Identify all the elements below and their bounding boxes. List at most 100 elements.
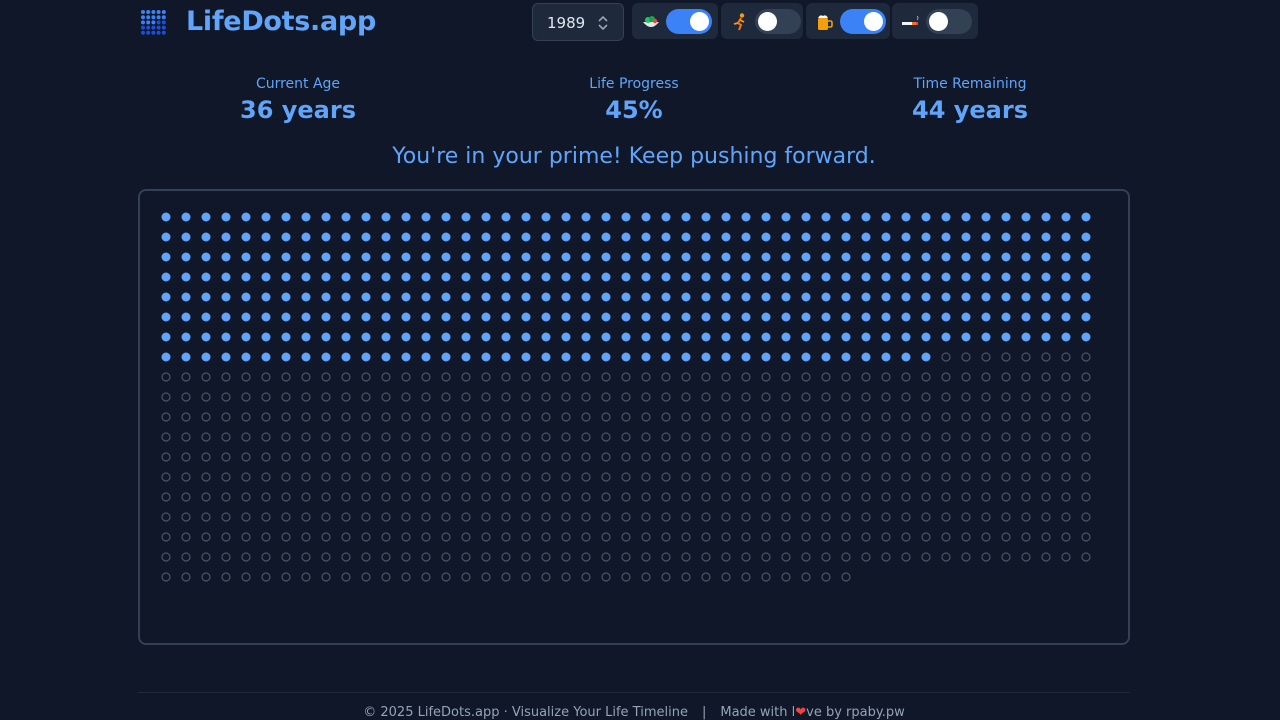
dot-remaining [441,572,451,582]
dot-remaining [701,392,711,402]
dot-remaining [301,552,311,562]
dot-remaining [881,512,891,522]
dot-lived [441,272,451,282]
dot-remaining [921,372,931,382]
alcohol-switch[interactable] [840,9,886,34]
dot-remaining [901,372,911,382]
dot-remaining [461,392,471,402]
dot-lived [321,252,331,262]
logo-dot [156,20,161,25]
dot-remaining [781,532,791,542]
footer-made-with-suffix[interactable]: ve by rpaby.pw [806,705,905,720]
dot-remaining [461,432,471,442]
dot-remaining [381,512,391,522]
dot-remaining [1081,552,1091,562]
dot-lived [201,252,211,262]
dot-remaining [941,552,951,562]
toggle-alcohol[interactable] [806,3,890,39]
dot-remaining [581,432,591,442]
dot-remaining [461,452,471,462]
dot-remaining [961,412,971,422]
dot-lived [901,272,911,282]
dot-remaining [1021,372,1031,382]
dot-remaining [401,512,411,522]
dot-lived [701,312,711,322]
dot-remaining [1001,532,1011,542]
dot-remaining [641,392,651,402]
dot-remaining [581,492,591,502]
dot-remaining [1041,352,1051,362]
dot-lived [201,232,211,242]
dot-lived [761,212,771,222]
dot-remaining [821,512,831,522]
dot-remaining [161,492,171,502]
dot-lived [381,332,391,342]
dot-lived [781,292,791,302]
dot-remaining [541,532,551,542]
dot-remaining [841,492,851,502]
dot-lived [1021,272,1031,282]
birth-year-input[interactable]: 1989 [532,3,624,41]
dot-remaining [301,452,311,462]
toggle-smoking[interactable] [892,3,978,39]
logo-dot [146,20,151,25]
dot-lived [421,352,431,362]
dot-remaining [1081,432,1091,442]
exercise-switch[interactable] [755,9,801,34]
dot-lived [681,212,691,222]
dot-remaining [361,572,371,582]
brand-title[interactable]: LifeDots.app [186,6,376,37]
dot-lived [801,352,811,362]
dot-lived [461,232,471,242]
dot-lived [641,352,651,362]
dot-remaining [981,432,991,442]
logo-dot [156,10,161,14]
dot-remaining [1081,372,1091,382]
spinner-arrows-icon[interactable] [597,13,609,33]
dot-remaining [701,552,711,562]
dot-remaining [541,512,551,522]
dot-lived [481,292,491,302]
dot-lived [461,212,471,222]
dot-remaining [241,492,251,502]
logo-dot [146,25,151,30]
dot-lived [1021,212,1031,222]
toggle-healthy-diet[interactable] [632,3,718,39]
dot-remaining [981,512,991,522]
dot-lived [681,352,691,362]
dot-remaining [201,452,211,462]
dot-lived [1081,312,1091,322]
dot-remaining [461,552,471,562]
dot-remaining [941,492,951,502]
dot-remaining [921,412,931,422]
dot-remaining [201,432,211,442]
dot-remaining [281,412,291,422]
dot-remaining [281,552,291,562]
dot-remaining [781,512,791,522]
dot-lived [401,332,411,342]
dot-lived [621,292,631,302]
healthy-diet-switch[interactable] [666,9,712,34]
dot-lived [1021,332,1031,342]
dot-lived [561,292,571,302]
dot-remaining [621,412,631,422]
logo-dot [156,25,161,30]
dot-remaining [221,392,231,402]
dot-remaining [981,552,991,562]
toggle-exercise[interactable] [721,3,803,39]
dot-lived [241,352,251,362]
stat-time-remaining: Time Remaining 44 years [850,76,1090,124]
dot-lived [601,312,611,322]
dot-remaining [761,392,771,402]
dot-remaining [661,472,671,482]
dots-logo-icon[interactable] [140,9,168,37]
dot-remaining [661,492,671,502]
dot-lived [1081,232,1091,242]
dot-lived [861,332,871,342]
dot-lived [341,352,351,362]
dot-lived [501,232,511,242]
dot-remaining [661,392,671,402]
smoking-switch[interactable] [926,9,972,34]
dot-remaining [541,472,551,482]
dot-remaining [441,372,451,382]
